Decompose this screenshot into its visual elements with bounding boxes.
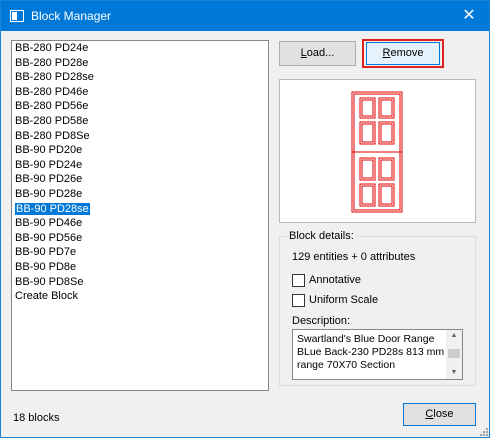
block-list-item[interactable]: BB-280 PD28se bbox=[12, 70, 268, 85]
block-list-item-label: Create Block bbox=[15, 290, 78, 303]
block-list-item[interactable]: BB-280 PD56e bbox=[12, 99, 268, 114]
block-list-item[interactable]: BB-90 PD28se bbox=[12, 202, 268, 217]
block-list-item[interactable]: BB-90 PD24e bbox=[12, 158, 268, 173]
remove-button[interactable]: Remove bbox=[366, 42, 440, 65]
block-list-item-label: BB-90 PD28e bbox=[15, 187, 83, 200]
close-window-icon[interactable]: ✕ bbox=[455, 5, 483, 27]
block-list-item-label: BB-90 PD7e bbox=[15, 246, 77, 259]
block-list-item-label: BB-90 PD8Se bbox=[15, 275, 84, 288]
block-list-item-label: BB-90 PD24e bbox=[15, 158, 83, 171]
entities-count: 129 entities + 0 attributes bbox=[292, 251, 416, 263]
scroll-up-icon[interactable]: ▲ bbox=[446, 330, 462, 342]
block-list-item[interactable]: BB-90 PD20e bbox=[12, 143, 268, 158]
block-list-item[interactable]: BB-90 PD8Se bbox=[12, 275, 268, 290]
block-preview bbox=[279, 79, 476, 223]
window-title: Block Manager bbox=[31, 9, 112, 23]
block-list[interactable]: BB-280 PD24e BB-280 PD28e BB-280 PD28se BB-… bbox=[11, 40, 269, 391]
block-list-item[interactable]: BB-90 PD28e bbox=[12, 187, 268, 202]
close-button[interactable]: Close bbox=[403, 403, 476, 426]
block-list-item[interactable]: BB-280 PD8Se bbox=[12, 129, 268, 144]
scroll-down-icon[interactable]: ▼ bbox=[446, 367, 462, 379]
uniform-scale-checkbox[interactable] bbox=[292, 293, 305, 307]
block-list-item-label: BB-90 PD8e bbox=[15, 260, 77, 273]
block-list-item[interactable]: BB-90 PD46e bbox=[12, 216, 268, 231]
block-list-item-label: BB-90 PD46e bbox=[15, 217, 83, 230]
block-list-item-label: BB-90 PD20e bbox=[15, 144, 83, 157]
block-list-item-label: BB-90 PD28se bbox=[15, 202, 90, 215]
block-list-item-label: BB-280 PD8Se bbox=[15, 129, 90, 142]
uniform-scale-label: Uniform Scale bbox=[309, 294, 379, 306]
block-list-item[interactable]: BB-90 PD26e bbox=[12, 172, 268, 187]
annotative-checkbox-row[interactable]: Annotative bbox=[292, 273, 361, 287]
door-preview-drawing bbox=[351, 91, 403, 213]
block-list-item[interactable]: BB-90 PD56e bbox=[12, 231, 268, 246]
description-field[interactable]: Swartland's Blue Door Range BLue Back-23… bbox=[292, 329, 463, 380]
block-list-item[interactable]: BB-90 PD7e bbox=[12, 245, 268, 260]
block-list-item[interactable]: BB-280 PD58e bbox=[12, 114, 268, 129]
description-label: Description: bbox=[292, 315, 351, 327]
annotative-label: Annotative bbox=[309, 274, 361, 286]
scroll-thumb[interactable] bbox=[448, 349, 460, 358]
block-list-item-label: BB-280 PD24e bbox=[15, 42, 89, 54]
load-button[interactable]: Load... bbox=[279, 41, 356, 66]
block-list-item-label: BB-90 PD26e bbox=[15, 173, 83, 186]
block-list-item[interactable]: BB-280 PD28e bbox=[12, 56, 268, 71]
block-count-status: 18 blocks bbox=[13, 412, 60, 424]
annotative-checkbox[interactable] bbox=[292, 273, 305, 287]
block-list-item-label: BB-90 PD56e bbox=[15, 231, 83, 244]
uniform-scale-checkbox-row[interactable]: Uniform Scale bbox=[292, 293, 378, 307]
block-list-item-label: BB-280 PD58e bbox=[15, 114, 89, 127]
block-details-label: Block details: bbox=[287, 230, 356, 242]
title-bar: Block Manager ✕ bbox=[1, 1, 489, 31]
block-list-item[interactable]: BB-280 PD24e bbox=[12, 41, 268, 56]
block-list-item[interactable]: Create Block bbox=[12, 289, 268, 304]
description-scrollbar[interactable]: ▲ ▼ bbox=[446, 330, 462, 379]
block-list-item-label: BB-280 PD28e bbox=[15, 56, 89, 69]
block-list-item[interactable]: BB-280 PD46e bbox=[12, 85, 268, 100]
window-icon bbox=[10, 10, 24, 22]
block-list-item-label: BB-280 PD28se bbox=[15, 71, 94, 84]
block-list-item-label: BB-280 PD56e bbox=[15, 100, 89, 113]
block-list-item-label: BB-280 PD46e bbox=[15, 85, 89, 98]
description-text: Swartland's Blue Door Range BLue Back-23… bbox=[297, 333, 445, 371]
resize-grip-icon[interactable] bbox=[478, 426, 488, 436]
block-list-item[interactable]: BB-90 PD8e bbox=[12, 260, 268, 275]
